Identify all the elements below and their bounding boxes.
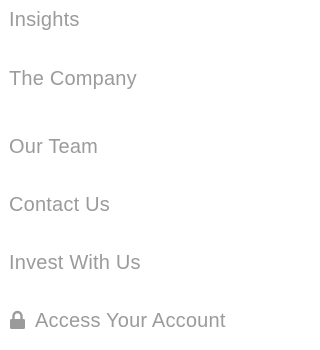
nav-item-the-company[interactable]: The Company [9,40,226,118]
lock-icon [9,310,26,330]
nav-item-label: Our Team [9,135,99,158]
nav-menu: Insights The Company Our Team Contact Us… [9,0,226,350]
nav-item-label: Invest With Us [9,251,141,274]
nav-item-insights[interactable]: Insights [9,0,226,40]
nav-item-access-your-account[interactable]: Access Your Account [9,292,226,350]
nav-item-invest-with-us[interactable]: Invest With Us [9,234,226,292]
nav-item-our-team[interactable]: Our Team [9,118,226,176]
nav-item-contact-us[interactable]: Contact Us [9,176,226,234]
nav-item-label: Contact Us [9,193,110,216]
nav-item-label: Access Your Account [35,309,226,332]
nav-item-label: Insights [9,8,80,31]
nav-item-label: The Company [9,67,137,90]
